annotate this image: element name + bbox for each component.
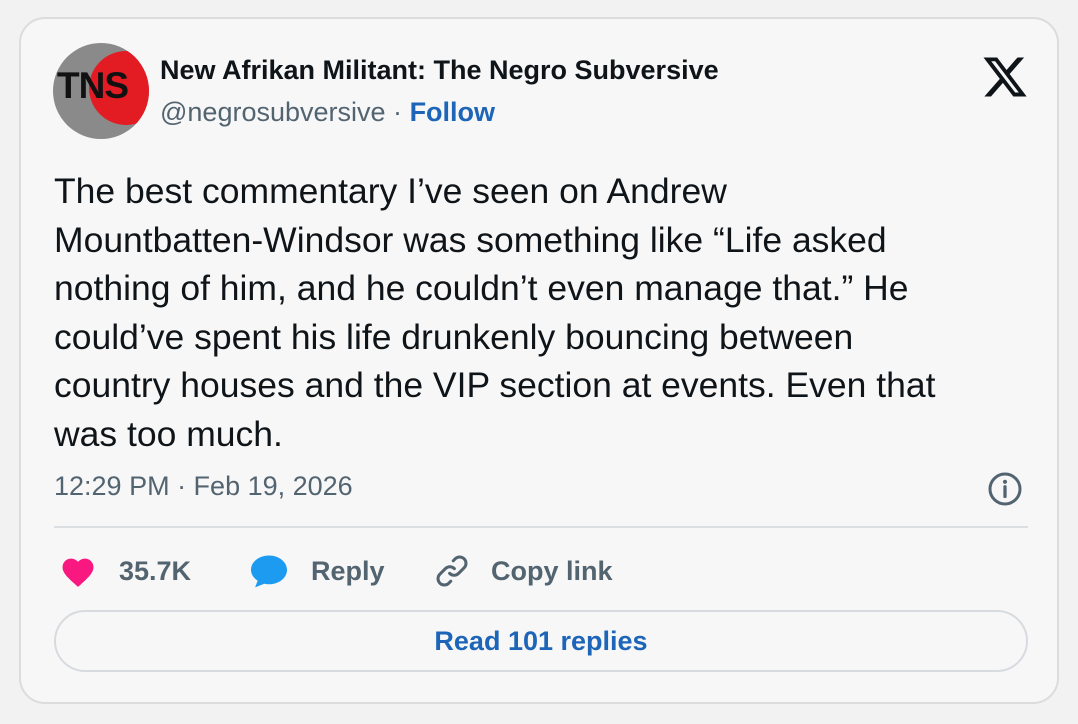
tweet-card: TNS New Afrikan Militant: The Negro Subv… <box>19 17 1059 704</box>
speech-bubble-icon <box>251 555 287 588</box>
tweet-timestamp[interactable]: 12:29 PM · Feb 19, 2026 <box>54 471 353 502</box>
tweet-text: The best commentary I’ve seen on Andrew … <box>54 171 936 454</box>
read-replies-button[interactable]: Read 101 replies <box>54 610 1028 672</box>
avatar[interactable]: TNS <box>53 43 149 139</box>
heart-icon <box>62 558 94 587</box>
like-count: 35.7K <box>119 555 192 586</box>
follow-link[interactable]: Follow <box>410 97 495 127</box>
copy-link-label: Copy link <box>491 555 613 586</box>
author-name[interactable]: New Afrikan Militant: The Negro Subversi… <box>160 55 719 86</box>
author-handle-line: @negrosubversive · Follow <box>160 97 495 128</box>
link-icon <box>436 555 468 587</box>
author-handle[interactable]: @negrosubversive <box>160 97 386 127</box>
info-icon[interactable] <box>987 471 1023 507</box>
avatar-logo-text: TNS <box>57 65 129 106</box>
like-button[interactable]: 35.7K <box>59 551 191 591</box>
reply-label: Reply <box>311 555 385 586</box>
divider <box>54 526 1028 528</box>
x-logo-icon[interactable] <box>981 53 1029 101</box>
handle-separator: · <box>393 97 403 127</box>
reply-button[interactable]: Reply <box>249 551 385 591</box>
copy-link-button[interactable]: Copy link <box>433 551 613 591</box>
